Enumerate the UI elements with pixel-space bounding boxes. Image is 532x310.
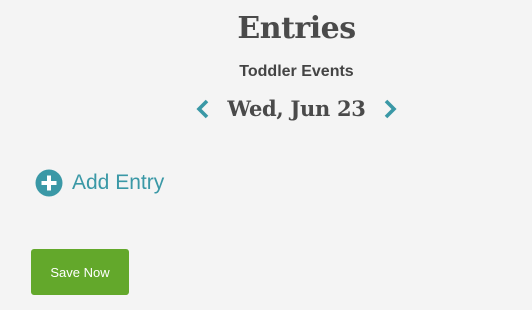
chevron-left-icon[interactable] <box>193 95 213 123</box>
current-date: Wed, Jun 23 <box>227 96 366 121</box>
page-subtitle: Toddler Events <box>239 63 354 80</box>
add-entry-button[interactable]: Add Entry <box>35 169 164 197</box>
chevron-right-icon[interactable] <box>380 95 400 123</box>
page-title: Entries <box>237 11 356 46</box>
plus-circle-icon <box>35 169 63 197</box>
date-navigation: Wed, Jun 23 <box>0 95 532 123</box>
save-now-button[interactable]: Save Now <box>31 249 129 295</box>
add-entry-label: Add Entry <box>72 171 165 194</box>
